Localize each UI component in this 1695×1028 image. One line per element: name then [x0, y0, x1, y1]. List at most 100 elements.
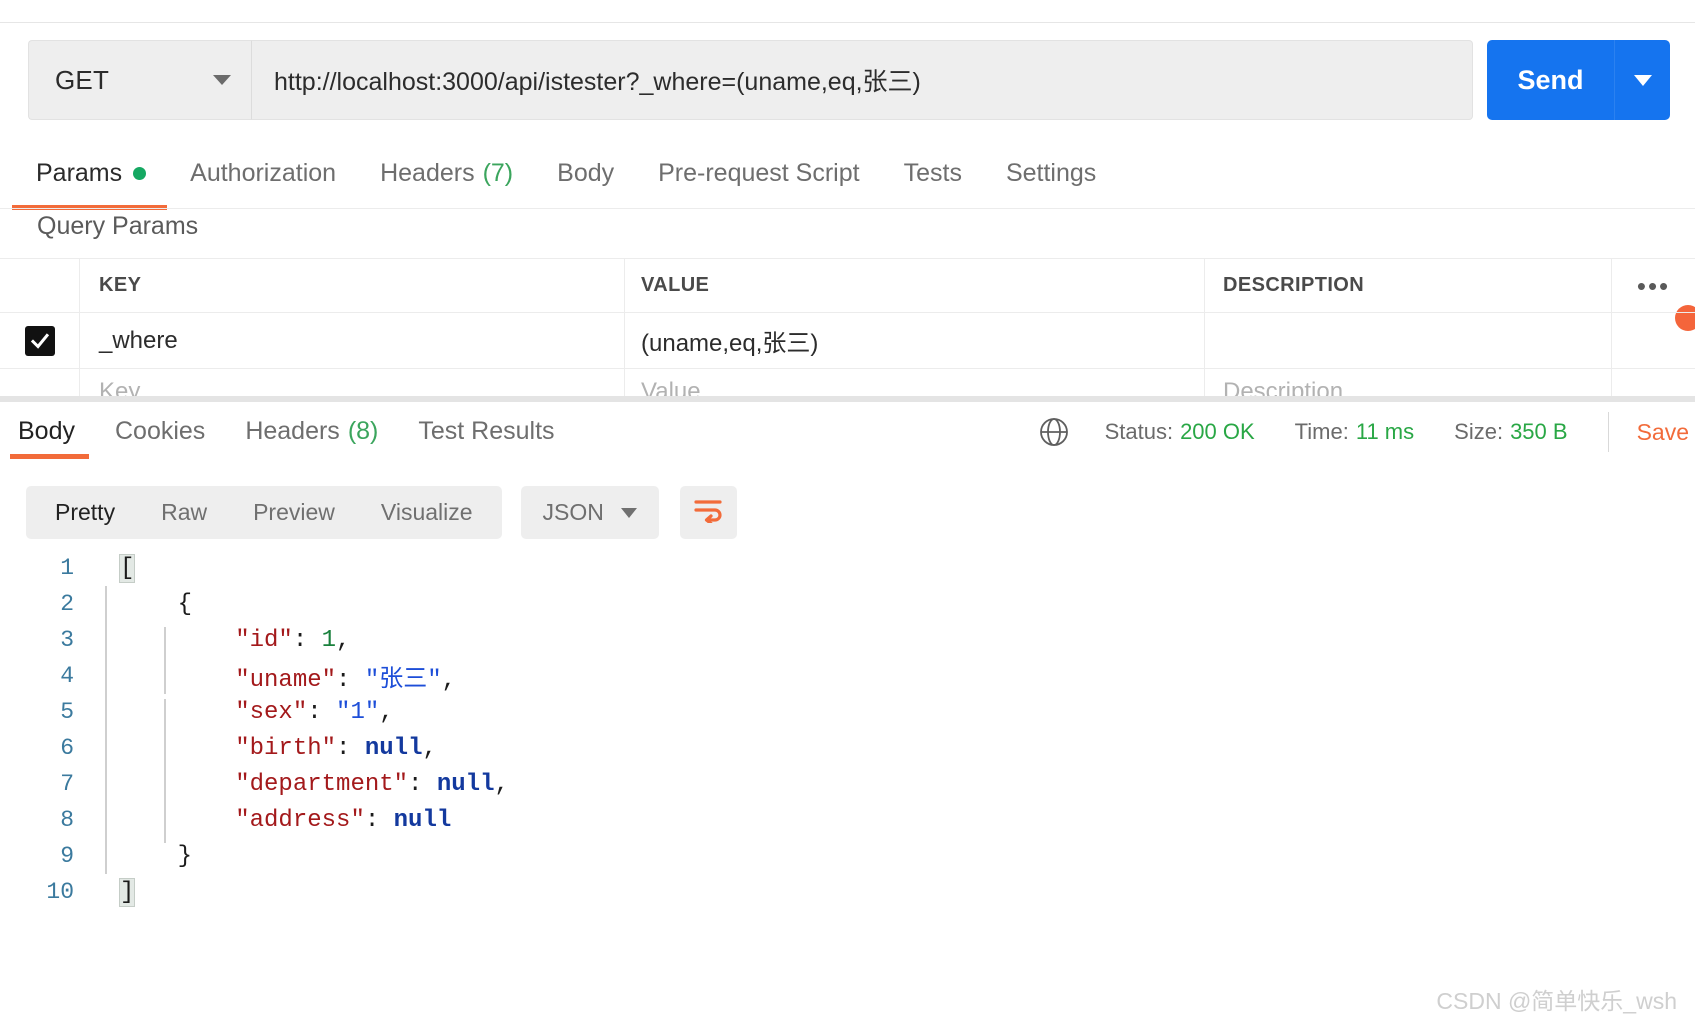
indent-guide: [164, 770, 166, 807]
tab-body[interactable]: Body: [557, 159, 614, 188]
params-modified-dot-icon: [133, 166, 147, 180]
response-tab-headers[interactable]: Headers (8): [245, 417, 378, 446]
response-tab-body[interactable]: Body: [18, 417, 75, 446]
token-punct: [120, 667, 235, 694]
response-body-code[interactable]: 1 [2 {3 "id": 1, 4 "uname": "张三", 5 "sex": …: [0, 550, 1695, 970]
param-key-input[interactable]: _where: [99, 327, 178, 355]
token-key: "uname": [235, 667, 337, 694]
response-panel: Body Cookies Headers (8) Test Results St…: [0, 402, 1695, 1028]
token-punct: [: [118, 553, 136, 583]
param-value-input[interactable]: (uname,eq,张三): [641, 323, 818, 358]
fold-gutter: [92, 586, 120, 622]
meta-divider: [1607, 412, 1609, 452]
response-tab-cookies-label: Cookies: [114, 416, 206, 445]
time-indicator: Time: 11 ms: [1295, 419, 1414, 445]
tab-body-label: Body: [557, 158, 615, 187]
view-raw-button[interactable]: Raw: [138, 499, 230, 526]
chevron-down-icon: [620, 507, 637, 518]
time-value: 11 ms: [1355, 419, 1415, 444]
response-format-select[interactable]: JSON: [520, 486, 659, 539]
line-number: 10: [46, 879, 74, 905]
view-visualize-button[interactable]: Visualize: [358, 499, 496, 526]
line-number: 4: [60, 663, 74, 689]
chevron-down-icon: [213, 75, 231, 85]
line-number: 2: [60, 591, 74, 617]
time-label: Time:: [1294, 419, 1349, 444]
bulk-edit-more-icon[interactable]: •••: [1637, 273, 1670, 299]
tab-settings[interactable]: Settings: [1006, 159, 1096, 188]
code-line: 8 "address": null: [0, 802, 1695, 843]
token-punct: {: [177, 590, 193, 618]
view-pretty-button[interactable]: Pretty: [32, 499, 138, 526]
indent-guide: [164, 698, 166, 735]
token-num: 1: [321, 626, 337, 654]
line-number: 7: [60, 771, 74, 797]
response-tab-cookies[interactable]: Cookies: [115, 417, 205, 446]
indent-guide: [164, 658, 166, 694]
indent-guide: [105, 658, 107, 694]
code-text: "sex": "1",: [120, 698, 394, 735]
http-method-label: GET: [55, 64, 110, 95]
token-punct: [120, 771, 235, 798]
save-response-button[interactable]: Save: [1637, 419, 1695, 446]
fold-gutter: [92, 730, 120, 766]
code-text: ]: [118, 877, 136, 907]
fold-gutter: [92, 694, 120, 730]
tab-params[interactable]: Params: [36, 159, 147, 188]
view-preview-button[interactable]: Preview: [230, 499, 358, 526]
response-tab-test-results[interactable]: Test Results: [418, 417, 554, 446]
header-cell-checkbox: [0, 259, 80, 312]
watermark: CSDN @简单快乐_wsh: [1436, 988, 1677, 1014]
indent-guide: [105, 838, 107, 874]
param-enabled-checkbox[interactable]: [24, 325, 55, 356]
code-line: 10]: [0, 874, 1695, 910]
column-header-description: DESCRIPTION: [1223, 274, 1365, 296]
token-punct: [120, 807, 235, 834]
globe-icon[interactable]: [1037, 415, 1071, 449]
code-text: "address": null: [120, 806, 451, 843]
fold-gutter: [92, 658, 120, 694]
code-text: "department": null,: [120, 770, 509, 807]
token-punct: ,: [336, 626, 351, 654]
token-punct: :: [336, 734, 365, 762]
token-key: "sex": [235, 698, 308, 726]
wrap-text-button[interactable]: [679, 486, 737, 539]
tab-pre-request-script[interactable]: Pre-request Script: [658, 159, 859, 188]
query-params-title: Query Params: [37, 212, 199, 240]
line-number: 3: [60, 627, 74, 653]
http-method-select[interactable]: GET: [28, 40, 252, 120]
status-indicator: Status: 200 OK: [1105, 419, 1255, 445]
token-punct: }: [177, 842, 193, 870]
response-tab-headers-count: (8): [347, 416, 379, 445]
code-line: 4 "uname": "张三",: [0, 658, 1695, 694]
response-view-switcher: Pretty Raw Preview Visualize: [26, 486, 502, 539]
send-button[interactable]: Send: [1487, 40, 1614, 120]
tab-headers[interactable]: Headers (7): [380, 159, 513, 188]
code-line: 3 "id": 1,: [0, 622, 1695, 663]
table-header-row: KEY VALUE DESCRIPTION •••: [0, 258, 1695, 312]
token-punct: ,: [494, 770, 509, 798]
line-number: 1: [60, 555, 74, 581]
response-tab-test-results-label: Test Results: [418, 416, 555, 445]
token-key: "address": [235, 806, 365, 834]
tab-authorization[interactable]: Authorization: [190, 159, 336, 188]
indent-guide: [105, 622, 107, 658]
line-number: 6: [60, 735, 74, 761]
response-body-toolbar: Pretty Raw Preview Visualize JSON: [26, 486, 737, 539]
token-punct: :: [364, 806, 394, 834]
tab-tests[interactable]: Tests: [904, 159, 962, 188]
tab-tests-label: Tests: [903, 158, 962, 187]
request-url-input[interactable]: http://localhost:3000/api/istester?_wher…: [252, 40, 1473, 120]
column-header-key: KEY: [99, 274, 142, 296]
status-value: 200 OK: [1180, 419, 1255, 444]
send-button-group: Send: [1487, 40, 1670, 120]
indent-guide: [105, 766, 107, 802]
line-number: 5: [60, 699, 74, 725]
table-row: _where (uname,eq,张三): [0, 312, 1695, 368]
token-punct: :: [292, 626, 322, 654]
token-str: "1": [336, 698, 380, 726]
token-str: "张三": [364, 667, 442, 694]
send-options-button[interactable]: [1614, 40, 1670, 120]
request-tab-bar: Params Authorization Headers (7) Body Pr…: [0, 142, 1695, 331]
tab-settings-label: Settings: [1005, 158, 1097, 187]
